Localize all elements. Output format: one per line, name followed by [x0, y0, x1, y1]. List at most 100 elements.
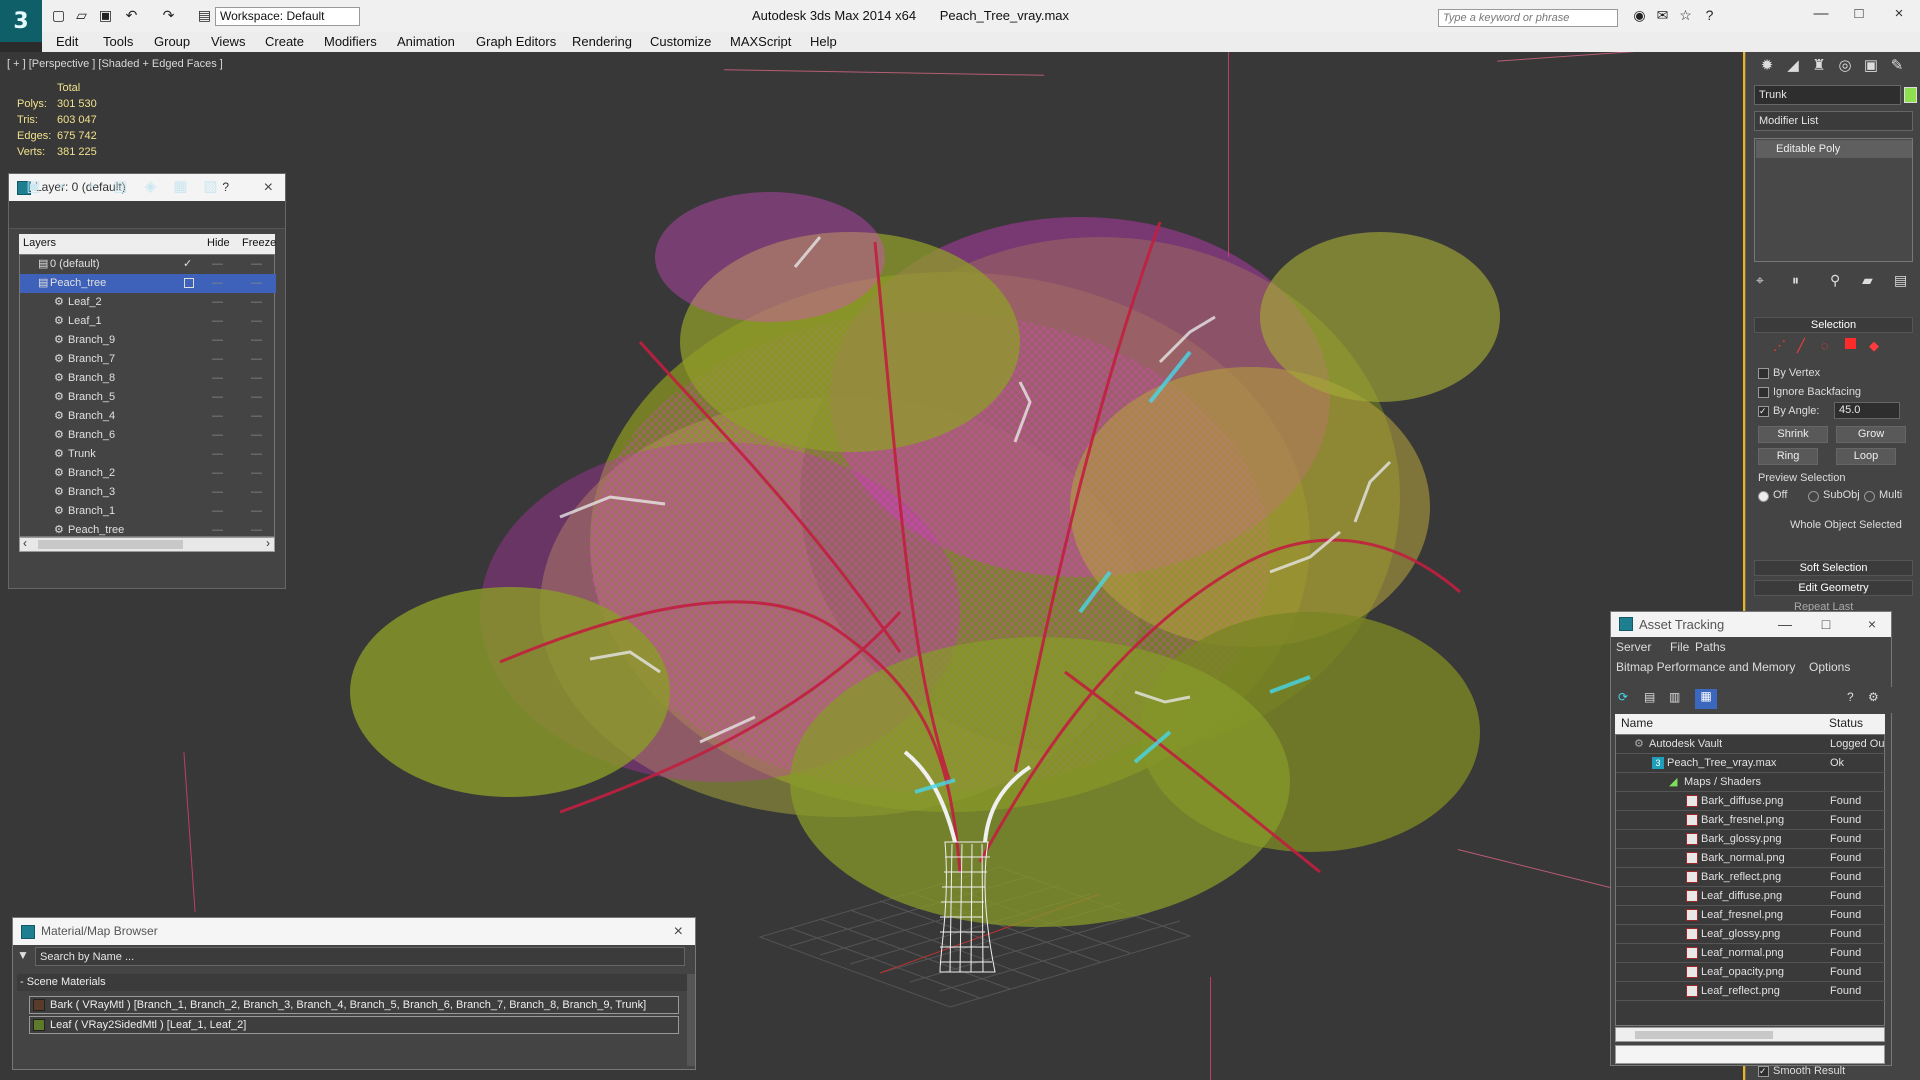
table-view-icon[interactable]: ▦ — [1695, 689, 1717, 709]
hide-toggle[interactable]: — — [212, 483, 224, 501]
layer-name[interactable]: Trunk — [68, 445, 96, 463]
active-layer-box[interactable] — [184, 278, 194, 288]
scene-materials-group[interactable]: - Scene Materials — [17, 974, 687, 991]
redo-icon[interactable]: ↷ — [160, 7, 177, 24]
new-scene-icon[interactable]: ▢ — [50, 7, 67, 24]
asset-tracking-title-bar[interactable]: Asset Tracking — □ × — [1611, 612, 1891, 637]
menu-graph-editors[interactable]: Graph Editors — [476, 34, 556, 49]
layer-help-button[interactable]: ? — [222, 174, 229, 201]
asset-horizontal-scrollbar[interactable] — [1615, 1027, 1885, 1042]
layer-name[interactable]: Branch_1 — [68, 502, 115, 520]
layer-name[interactable]: 0 (default) — [50, 255, 100, 273]
layer-name[interactable]: Branch_3 — [68, 483, 115, 501]
preview-multi-radio[interactable] — [1864, 491, 1875, 502]
layer-row[interactable]: ⚙ Branch_5 — — — [20, 388, 276, 407]
maximize-asset-icon[interactable]: □ — [1817, 612, 1835, 637]
layer-name[interactable]: Branch_8 — [68, 369, 115, 387]
layers-column[interactable]: Layers — [23, 234, 56, 252]
communication-icon[interactable]: ✉ — [1654, 7, 1671, 24]
ignore-backfacing-checkbox[interactable] — [1758, 387, 1769, 398]
minimize-icon[interactable]: — — [1810, 5, 1832, 25]
menu-maxscript[interactable]: MAXScript — [730, 34, 791, 49]
open-file-icon[interactable]: ▱ — [73, 7, 90, 24]
asset-row[interactable]: Bark_reflect.png Found — [1616, 868, 1886, 887]
freeze-column[interactable]: Freeze — [242, 234, 276, 252]
modify-tab-icon[interactable]: ◢ — [1782, 56, 1804, 78]
menu-edit[interactable]: Edit — [56, 34, 78, 49]
layer-row[interactable]: ▤ 0 (default) ✓ — — — [20, 255, 276, 274]
menu-tools[interactable]: Tools — [103, 34, 133, 49]
close-asset-icon[interactable]: × — [1863, 612, 1881, 637]
shrink-button[interactable]: Shrink — [1758, 426, 1828, 443]
keyword-search-input[interactable]: Type a keyword or phrase — [1438, 9, 1618, 27]
add-to-layer-icon[interactable]: + — [81, 177, 102, 198]
material-browser-title-bar[interactable]: Material/Map Browser × — [13, 918, 695, 945]
binoculars-icon[interactable]: ◉ — [1631, 7, 1648, 24]
freeze-toggle[interactable]: — — [251, 369, 263, 387]
asset-row[interactable]: 3 Peach_Tree_vray.max Ok — [1616, 754, 1886, 773]
freeze-toggle[interactable]: — — [251, 274, 263, 292]
display-tab-icon[interactable]: ▣ — [1860, 56, 1882, 78]
layer-row[interactable]: ⚙ Branch_2 — — — [20, 464, 276, 483]
hide-toggle[interactable]: — — [212, 350, 224, 368]
grow-button[interactable]: Grow — [1836, 426, 1906, 443]
edit-geometry-rollout[interactable]: Edit Geometry — [1754, 580, 1913, 596]
asset-row[interactable]: Bark_diffuse.png Found — [1616, 792, 1886, 811]
3ds-max-logo[interactable]: 3 — [0, 0, 42, 42]
close-layer-dialog-icon[interactable]: × — [264, 174, 273, 201]
create-tab-icon[interactable]: ✹ — [1756, 56, 1778, 78]
menu-group[interactable]: Group — [154, 34, 190, 49]
hide-toggle[interactable]: — — [212, 426, 224, 444]
layer-row[interactable]: ⚙ Branch_7 — — — [20, 350, 276, 369]
freeze-toggle[interactable]: — — [251, 445, 263, 463]
menu-customize[interactable]: Customize — [650, 34, 711, 49]
asset-row[interactable]: Bark_fresnel.png Found — [1616, 811, 1886, 830]
material-search-input[interactable]: Search by Name ... — [35, 947, 685, 966]
hide-toggle[interactable]: — — [212, 502, 224, 520]
asset-settings-icon[interactable]: ⚙ — [1868, 690, 1879, 704]
layer-row[interactable]: ⚙ Leaf_1 — — — [20, 312, 276, 331]
asset-path-input[interactable] — [1615, 1045, 1885, 1064]
vertex-mode-icon[interactable]: ⋰ — [1773, 338, 1786, 354]
hide-toggle[interactable]: — — [212, 407, 224, 425]
layer-row[interactable]: ⚙ Branch_9 — — — [20, 331, 276, 350]
freeze-toggle[interactable]: — — [251, 388, 263, 406]
configure-modifiers-icon[interactable]: ▤ — [1894, 272, 1907, 289]
freeze-toggle[interactable]: — — [251, 312, 263, 330]
layer-row[interactable]: ⚙ Branch_1 — — — [20, 502, 276, 521]
menu-modifiers[interactable]: Modifiers — [324, 34, 377, 49]
scroll-thumb[interactable] — [38, 540, 183, 549]
menu-views[interactable]: Views — [211, 34, 245, 49]
select-objects-icon[interactable]: ▤ — [110, 177, 131, 198]
menu-rendering[interactable]: Rendering — [572, 34, 632, 49]
remove-modifier-icon[interactable]: ▰ — [1862, 272, 1873, 289]
browser-options-icon[interactable]: ▼ — [17, 948, 29, 962]
detail-view-icon[interactable]: ▥ — [1669, 690, 1680, 704]
layer-row[interactable]: ⚙ Branch_8 — — — [20, 369, 276, 388]
workspace-selector[interactable]: Workspace: Default — [215, 7, 360, 26]
undo-icon[interactable]: ↶ — [123, 7, 140, 24]
make-unique-icon[interactable]: ⚲ — [1830, 272, 1840, 289]
layer-name[interactable]: Peach_tree — [50, 274, 106, 292]
menu-animation[interactable]: Animation — [397, 34, 455, 49]
asset-row[interactable]: Leaf_fresnel.png Found — [1616, 906, 1886, 925]
edge-mode-icon[interactable]: ╱ — [1797, 338, 1805, 354]
scroll-left-icon[interactable]: ‹ — [23, 536, 27, 550]
hide-toggle[interactable]: — — [212, 274, 224, 292]
layer-list[interactable]: ▤ 0 (default) ✓ — — ▤ Peach_tree — — ⚙ Leaf_2— — … — [19, 254, 276, 537]
hide-toggle[interactable]: — — [212, 388, 224, 406]
asset-row[interactable]: Leaf_reflect.png Found — [1616, 982, 1886, 1001]
material-browser-scrollbar[interactable] — [687, 974, 695, 1066]
hide-toggle[interactable]: — — [212, 331, 224, 349]
asset-status-column[interactable]: Status — [1829, 714, 1863, 733]
project-folder-icon[interactable]: ▤ — [196, 7, 213, 24]
asset-row[interactable]: Bark_glossy.png Found — [1616, 830, 1886, 849]
layer-name[interactable]: Branch_4 — [68, 407, 115, 425]
ring-button[interactable]: Ring — [1758, 448, 1818, 465]
preview-subobj-radio[interactable] — [1808, 491, 1819, 502]
asset-name-column[interactable]: Name — [1621, 714, 1653, 733]
modifier-list-dropdown[interactable]: Modifier List — [1754, 111, 1913, 131]
asset-row[interactable]: ◢ Maps / Shaders — [1616, 773, 1886, 792]
pin-stack-icon[interactable]: ⌖ — [1756, 272, 1764, 289]
create-layer-icon[interactable]: ▣ — [23, 177, 44, 198]
